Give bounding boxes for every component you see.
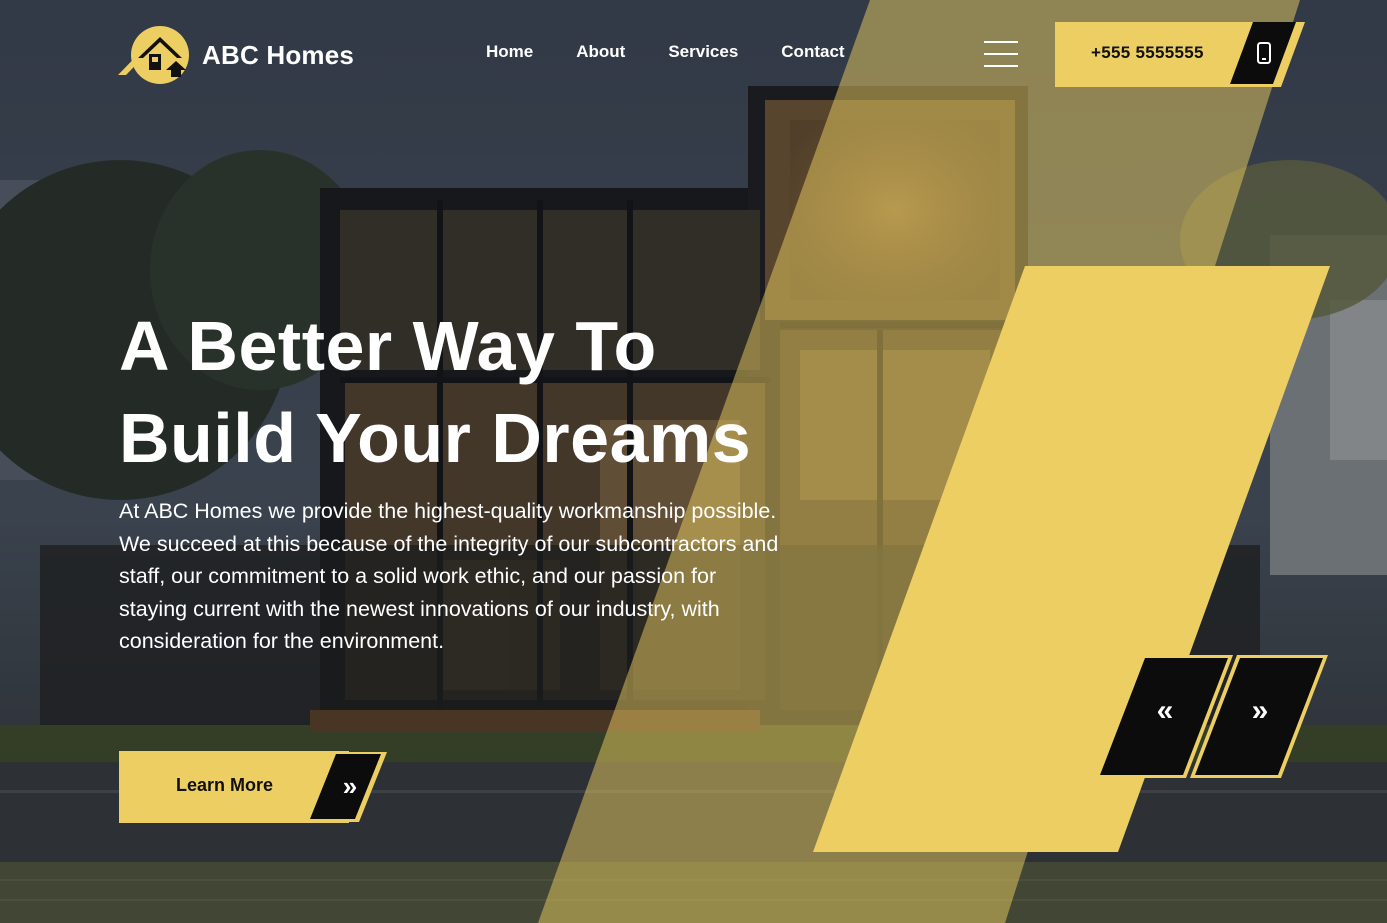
- nav-item-about[interactable]: About: [576, 42, 625, 62]
- nav-item-contact[interactable]: Contact: [781, 42, 844, 62]
- slider-next-button[interactable]: »: [1190, 654, 1330, 779]
- learn-more-label: Learn More: [176, 775, 274, 795]
- double-chevron-right-icon: »: [1251, 694, 1269, 727]
- hamburger-menu-icon[interactable]: [984, 41, 1018, 67]
- hero-description: At ABC Homes we provide the highest-qual…: [119, 499, 779, 654]
- learn-more-button[interactable]: Learn More »: [119, 751, 389, 823]
- mobile-phone-icon: [1257, 42, 1271, 64]
- main-navigation: Home About Services Contact: [486, 42, 888, 62]
- hero-headline-line-2: Build Your Dreams: [119, 399, 752, 477]
- house-roof-icon: [118, 26, 189, 84]
- double-chevron-right-icon: »: [342, 771, 358, 801]
- hero-headline: A Better Way To Build Your Dreams: [119, 300, 751, 484]
- hero-headline-line-1: A Better Way To: [119, 307, 657, 385]
- brand-logo[interactable]: ABC Homes: [116, 24, 354, 86]
- brand-name: ABC Homes: [202, 39, 355, 70]
- nav-item-home[interactable]: Home: [486, 42, 533, 62]
- nav-item-services[interactable]: Services: [668, 42, 738, 62]
- phone-number: +555 5555555: [1091, 43, 1204, 62]
